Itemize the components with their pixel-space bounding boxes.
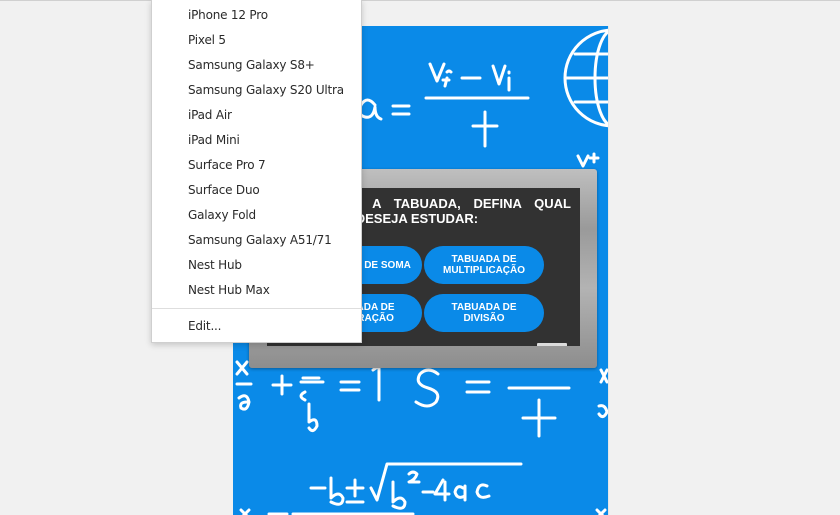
toolbar-divider (0, 0, 840, 1)
device-option-samsung-galaxy-s8-plus[interactable]: Samsung Galaxy S8+ (152, 53, 361, 78)
device-option-ipad-mini[interactable]: iPad Mini (152, 128, 361, 153)
device-option-iphone-12-pro[interactable]: iPhone 12 Pro (152, 3, 361, 28)
device-option-pixel-5[interactable]: Pixel 5 (152, 28, 361, 53)
multiplication-table-button[interactable]: TABUADA DE MULTIPLICAÇÃO (424, 246, 544, 284)
viewport-edge (608, 26, 609, 515)
device-option-surface-pro-7[interactable]: Surface Pro 7 (152, 153, 361, 178)
device-option-surface-duo[interactable]: Surface Duo (152, 178, 361, 203)
device-option-samsung-galaxy-s20-ultra[interactable]: Samsung Galaxy S20 Ultra (152, 78, 361, 103)
chalk-eraser (537, 343, 567, 346)
formula-a (358, 98, 383, 121)
edit-devices-option[interactable]: Edit... (152, 314, 361, 339)
formula-a-small (237, 394, 251, 411)
formula-s (414, 368, 440, 408)
formula-x (235, 360, 249, 376)
division-table-button[interactable]: TABUADA DE DIVISÃO (424, 294, 544, 332)
device-dropdown-menu: iPhone 12 Pro Pixel 5 Samsung Galaxy S8+… (151, 0, 362, 343)
menu-separator (152, 308, 361, 309)
device-option-ipad-air[interactable]: iPad Air (152, 103, 361, 128)
device-option-nest-hub-max[interactable]: Nest Hub Max (152, 278, 361, 303)
device-option-nest-hub[interactable]: Nest Hub (152, 253, 361, 278)
device-option-samsung-galaxy-a51-71[interactable]: Samsung Galaxy A51/71 (152, 228, 361, 253)
device-option-galaxy-fold[interactable]: Galaxy Fold (152, 203, 361, 228)
